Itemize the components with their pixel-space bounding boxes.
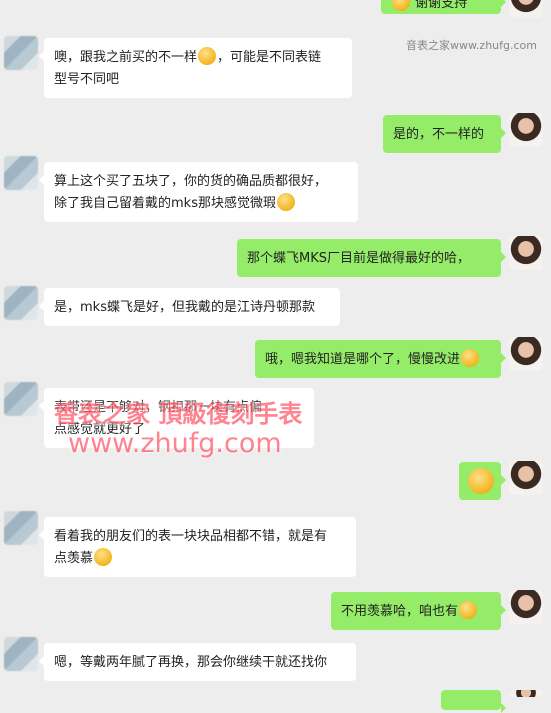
message-bubble-left[interactable]: 是，mks蝶飞是好，但我戴的是江诗丹顿那款 [39,288,340,326]
message-text: ，可能是不同表链 [217,50,322,65]
my-avatar[interactable] [509,690,543,697]
message-bubble-left[interactable]: 算上这个买了五块了，你的货的确品质都很好， 除了我自己留着戴的mks那块感觉微瑕 [39,162,358,222]
message-bubble-right[interactable] [459,462,506,500]
message-text: 看着我的朋友们的表一块块品相都不错，就是有 [54,529,328,544]
message-text: 谢谢支持 [415,0,468,11]
message-text: 除了我自己留着戴的mks那块感觉微瑕 [54,196,276,211]
contact-avatar[interactable] [4,382,38,416]
message-bubble-right[interactable]: 是的，不一样的 [383,115,506,153]
message-bubble-left[interactable]: 嗯，等戴两年腻了再换，那会你继续干就还找你 [39,643,356,681]
my-avatar[interactable] [509,113,543,147]
message-text: 型号不同吧 [54,72,120,87]
my-avatar[interactable] [509,590,543,624]
message-text: 点羡慕 [54,551,94,566]
my-avatar[interactable] [509,236,543,270]
facepalm-emoji-icon [276,193,295,211]
facepalm-emoji-icon [94,548,113,566]
message-bubble-left[interactable]: 看着我的朋友们的表一块块品相都不错，就是有 点羡慕 [39,517,356,577]
contact-avatar[interactable] [4,156,38,190]
contact-avatar[interactable] [4,511,38,545]
message-text: 不用羡慕哈，咱也有 [341,604,459,619]
contact-avatar[interactable] [4,36,38,70]
message-bubble-right[interactable] [441,690,506,713]
emoji-icon [392,0,410,11]
message-text: 噢，跟我之前买的不一样 [54,50,198,65]
message-bubble-right[interactable]: 哦，嗯我知道是哪个了，慢慢改进 [255,340,506,378]
message-bubble-left[interactable]: 噢，跟我之前买的不一样 ，可能是不同表链 型号不同吧 [39,38,352,98]
my-avatar[interactable] [509,0,543,18]
message-bubble-right[interactable]: 谢谢支持 [381,0,506,14]
message-text: 算上这个买了五块了，你的货的确品质都很好， [54,174,328,189]
watermark-top: 音表之家www.zhufg.com [405,39,537,52]
message-bubble-right[interactable]: 那个蝶飞MKS厂目前是做得最好的哈， [237,239,506,277]
message-text: 哦，嗯我知道是哪个了，慢慢改进 [265,352,461,367]
message-text: 嗯，等戴两年腻了再换，那会你继续干就还找你 [54,655,328,670]
cowboy-emoji-icon [468,468,494,494]
my-avatar[interactable] [509,337,543,371]
message-text: 是的，不一样的 [393,127,485,142]
my-avatar[interactable] [509,461,543,495]
message-bubble-left[interactable]: 表带还是不够对，钢扣那一块有点偏 点感觉就更好了 [39,388,314,448]
message-text: 点感觉就更好了 [54,422,146,437]
message-text: 表带还是不够对，钢扣那一块有点偏 [54,400,263,415]
message-text: 那个蝶飞MKS厂目前是做得最好的哈， [247,251,470,266]
message-bubble-right[interactable]: 不用羡慕哈，咱也有 [331,592,506,630]
thinking-emoji-icon [461,349,480,367]
grimace-emoji-icon [459,601,478,619]
facepalm-emoji-icon [198,47,217,65]
contact-avatar[interactable] [4,637,38,671]
contact-avatar[interactable] [4,286,38,320]
message-text: 是，mks蝶飞是好，但我戴的是江诗丹顿那款 [54,300,315,315]
